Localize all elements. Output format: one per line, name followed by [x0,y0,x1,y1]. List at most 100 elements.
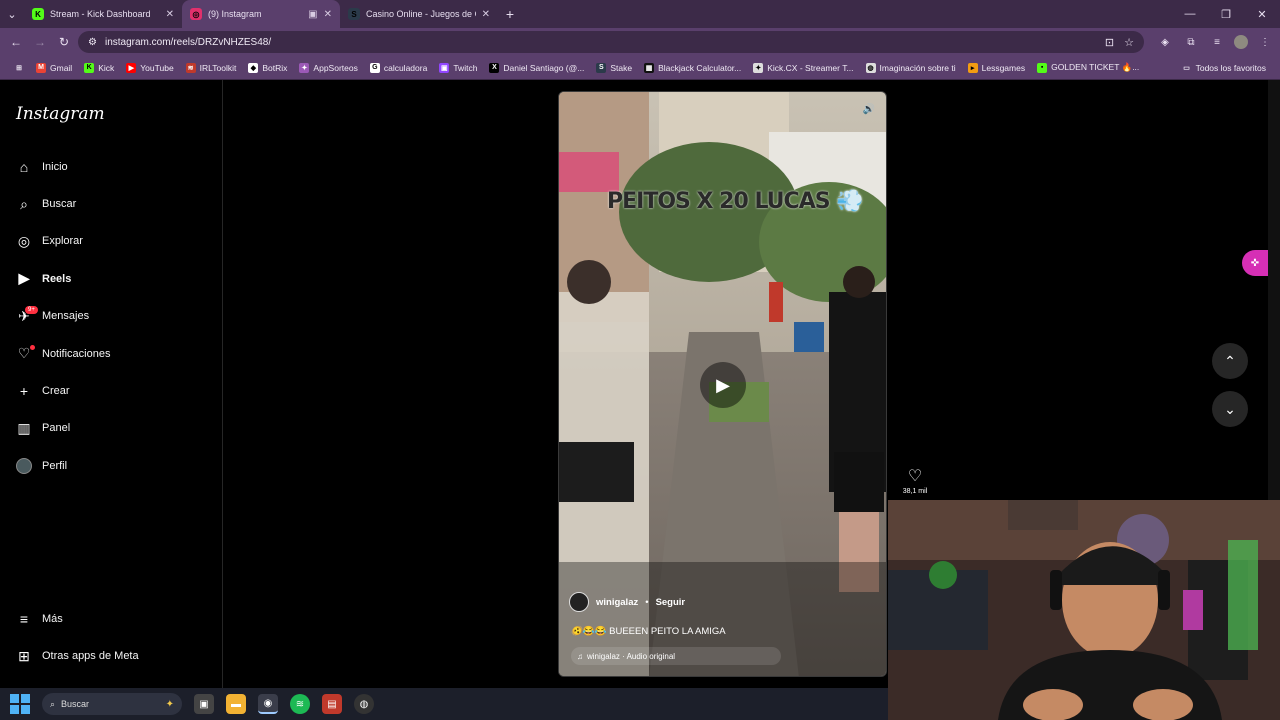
bookmark-label: Lessgames [981,62,1026,73]
sidebar-item-mensajes[interactable]: ✈ 9+ Mensajes [0,298,223,335]
url-text: instagram.com/reels/DRZvNHZES48/ [104,36,272,48]
news-app-icon[interactable]: ▤ [322,694,342,714]
bookmark-item[interactable]: ◍ Imaginación sobre ti [860,62,962,73]
obs-icon[interactable]: ◍ [354,694,374,714]
tab-bar: ⌄ K Stream - Kick Dashboard ✕ ◎ (9) Instagra… [0,0,1280,28]
like-heart-icon[interactable]: ♡ [900,466,930,486]
bookmark-label: Daniel Santiago (@... [503,62,585,73]
sidebar-item-label: Crear [42,385,70,398]
notification-dot [30,344,35,350]
bookmark-item[interactable]: Gcalculadora [364,62,433,73]
bookmark-item[interactable]: ▦ Blackjack Calculator... [638,62,747,73]
follow-button[interactable]: Seguir [656,597,686,608]
sidebar-item-reels[interactable]: ▶ Reels [0,260,223,297]
reel-audio-link[interactable]: ♫ winigalaz · Audio original [571,647,781,665]
reel-meta: winigalaz • Seguir 🫨😂😂 BUEEEN PEITO LA A… [569,592,869,665]
address-bar-row: ← → ↻ ⚙ instagram.com/reels/DRZvNHZES48/… [0,28,1280,56]
bookmark-item[interactable]: ▶ YouTube [120,62,179,73]
windows-start-icon[interactable] [10,694,30,714]
back-icon[interactable]: ← [6,31,26,53]
extension-badge-icon[interactable]: ◈ [1156,33,1174,51]
bookmark-item[interactable]: ✦ Kick.CX - Streamer T... [747,62,859,73]
like-count: 38,1 mil [902,488,928,495]
stake-icon: S [596,62,607,73]
sidebar-item-perfil[interactable]: Perfil [0,447,223,484]
bookmark-item[interactable]: ▸ Lessgames [962,62,1031,73]
close-tab-icon[interactable]: ✕ [482,9,490,20]
browser-tab[interactable]: K Stream - Kick Dashboard ✕ [24,0,182,28]
chrome-icon[interactable]: ◉ [258,694,278,714]
sidebar-item-label: Mensajes [42,310,90,323]
reel-author-avatar[interactable] [569,592,589,612]
golden-ticket-icon: ▪ [1037,62,1048,73]
profile-avatar[interactable] [1234,35,1248,49]
dashboard-icon: ▥ [17,419,31,436]
music-note-icon: ♫ [577,651,583,661]
site-info-icon[interactable]: ⚙ [88,37,97,48]
reel-overlay-text: PEITOS X 20 LUCAS 💨 [607,189,864,214]
browser-tab[interactable]: ◎ (9) Instagram ▣ ✕ [182,0,340,28]
tab-search-chevron-icon[interactable]: ⌄ [0,0,24,28]
sidebar-item-label: Panel [42,422,71,435]
sidebar-item-buscar[interactable]: ⌕ Buscar [0,185,223,222]
extension-floating-icon[interactable]: ✜ [1242,250,1268,276]
bookmark-item[interactable]: ▣ Twitch [433,62,483,73]
reload-icon[interactable]: ↻ [54,31,74,53]
all-bookmarks-label: Todos los favoritos [1195,62,1266,73]
reel-caption-text[interactable]: 🫨😂😂 BUEEEN PEITO LA AMIGA [571,626,869,637]
close-tab-icon[interactable]: ✕ [324,9,332,20]
volume-icon[interactable]: 🔊 [860,100,878,118]
extensions-puzzle-icon[interactable]: ⧉ [1182,33,1200,51]
url-field[interactable]: ⚙ instagram.com/reels/DRZvNHZES48/ ⊡ ☆ [78,31,1144,53]
bookmark-label: IRLToolkit [199,62,237,73]
messages-badge: 9+ [25,305,38,314]
bookmark-star-icon[interactable]: ☆ [1124,36,1134,49]
sidebar-item-inicio[interactable]: ⌂ Inicio [0,148,223,185]
google-icon: G [369,62,380,73]
bookmark-item[interactable]: S Stake [590,62,638,73]
sidebar-item-explorar[interactable]: ◎ Explorar [0,223,223,260]
sidebar-item-crear[interactable]: + Crear [0,372,223,409]
all-bookmarks-folder[interactable]: ▭ Todos los favoritos [1176,63,1272,73]
x-icon: X [489,62,500,73]
close-window-icon[interactable]: ✕ [1244,0,1280,28]
taskbar-search[interactable]: ⌕ Buscar ✦ [42,693,182,715]
bookmark-item[interactable]: M Gmail [30,62,78,73]
youtube-icon: ▶ [126,62,137,73]
new-tab-button[interactable]: + [498,0,522,28]
maximize-icon[interactable]: ❐ [1208,0,1244,28]
bookmark-item[interactable]: ◆ BotRix [242,62,293,73]
apps-grid-icon[interactable]: ⊞ [8,63,30,73]
bookmark-item[interactable]: ≋ IRLToolkit [180,62,243,73]
bookmark-label: GOLDEN TICKET 🔥... [1051,62,1140,72]
next-reel-button[interactable]: ⌄ [1212,391,1248,427]
task-view-icon[interactable]: ▣ [194,694,214,714]
sidebar-item-meta-apps[interactable]: ⊞ Otras apps de Meta [0,637,223,674]
bookmark-label: Kick [98,62,115,73]
play-icon[interactable]: ▶ [700,362,746,408]
forward-icon[interactable]: → [30,31,50,53]
bookmark-item[interactable]: ▪ GOLDEN TICKET 🔥... [1031,62,1145,73]
minimize-icon[interactable]: — [1172,0,1208,28]
sidebar-item-panel[interactable]: ▥ Panel [0,410,223,447]
spotify-icon[interactable]: ≋ [290,694,310,714]
install-app-icon[interactable]: ⊡ [1105,36,1114,49]
reel-video[interactable]: PEITOS X 20 LUCAS 💨 🔊 ▶ winigalaz • Segu… [558,91,887,677]
previous-reel-button[interactable]: ⌃ [1212,343,1248,379]
bookmark-item[interactable]: K Kick [78,62,120,73]
globe-icon: ◍ [865,62,876,73]
reel-author-username[interactable]: winigalaz [596,597,638,608]
tab-title: Casino Online - Juegos de Casi [366,9,476,19]
chrome-menu-icon[interactable]: ⋮ [1256,33,1274,51]
close-tab-icon[interactable]: ✕ [166,9,174,20]
tab-audio-icon[interactable]: ▣ [308,9,317,20]
browser-tab[interactable]: S Casino Online - Juegos de Casi ✕ [340,0,498,28]
sidebar-item-menu[interactable]: ≡ Más [0,600,223,637]
bookmark-label: Blackjack Calculator... [658,62,742,73]
bookmark-item[interactable]: X Daniel Santiago (@... [483,62,590,73]
file-explorer-icon[interactable]: ▬ [226,694,246,714]
media-controls-icon[interactable]: ≡ [1208,33,1226,51]
instagram-logo[interactable]: Instagram [16,104,105,124]
sidebar-item-notificaciones[interactable]: ♡ Notificaciones [0,335,223,372]
bookmark-item[interactable]: ✦ AppSorteos [293,62,363,73]
